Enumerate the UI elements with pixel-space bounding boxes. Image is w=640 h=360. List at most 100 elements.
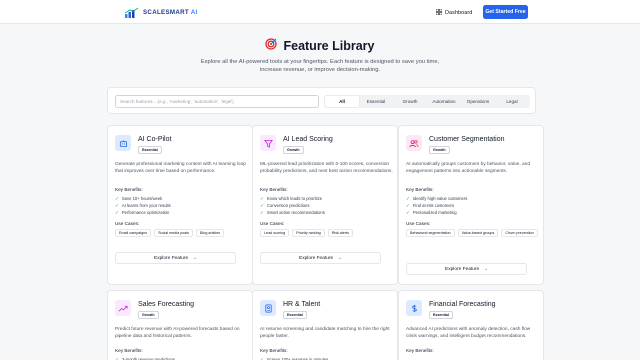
use-case-tags: Behavioral segmentation Value-based group…	[406, 229, 540, 237]
feature-card-description: Advanced AI predictions with anomaly det…	[406, 327, 531, 339]
page-subtitle: Explore all the AI-powered tools at your…	[200, 59, 440, 73]
check-icon: ✓	[115, 210, 119, 215]
feature-card-description: AI resume screening and candidate matchi…	[260, 327, 390, 339]
check-icon: ✓	[406, 196, 410, 201]
use-case-tag: Behavioral segmentation	[406, 229, 455, 237]
search-input[interactable]: Search features... (e.g., 'marketing', '…	[115, 95, 319, 108]
bot-icon	[115, 135, 131, 151]
feature-tier-badge: Growth	[283, 146, 304, 154]
use-case-tag: Risk alerts	[327, 229, 353, 237]
logo-text: SCALESMART AI	[143, 8, 198, 16]
feature-card: Customer Segmentation Growth AI automatica…	[398, 125, 544, 285]
target-icon	[265, 37, 278, 55]
benefit-item: ✓ Screen 100+ resumes in minutes	[260, 356, 328, 360]
users-icon	[406, 135, 422, 151]
feature-card-title: Customer Segmentation	[429, 136, 505, 143]
arrow-right-icon: →	[192, 255, 197, 261]
use-case-tag: Priority ranking	[292, 229, 325, 237]
check-icon: ✓	[115, 357, 119, 360]
check-icon: ✓	[260, 196, 264, 201]
check-icon: ✓	[260, 357, 264, 360]
feature-card-description: Predict future revenue with AI-powered f…	[115, 327, 240, 339]
filter-tab-all[interactable]: All	[325, 96, 359, 107]
feature-card-title: Financial Forecasting	[429, 301, 496, 308]
filter-tab-essential[interactable]: Essential	[359, 96, 393, 107]
feature-card-title: AI Co-Pilot	[138, 136, 172, 143]
category-filter-tabs: All Essential Growth Automation Operations Le…	[324, 95, 530, 108]
filter-tab-legal[interactable]: Legal	[495, 96, 529, 107]
search-filter-panel: Search features... (e.g., 'marketing', '…	[107, 87, 536, 114]
dashboard-button[interactable]: Dashboard	[432, 6, 476, 19]
key-benefits-heading: Key Benefits:	[406, 187, 434, 192]
benefit-item: ✓ Find at-risk customers	[406, 203, 455, 208]
dashboard-label: Dashboard	[445, 9, 473, 16]
key-benefits-list: ✓ Identify high-value customers ✓ Find at-r…	[406, 195, 467, 216]
feature-card-title: AI Lead Scoring	[283, 136, 333, 143]
feature-tier-badge: Essential	[429, 311, 453, 319]
key-benefits-heading: Key Benefits:	[115, 348, 143, 353]
benefit-item: ✓ Personalized marketing	[406, 210, 457, 215]
feature-tier-badge: Essential	[283, 311, 307, 319]
key-benefits-heading: Key Benefits:	[406, 348, 434, 353]
feature-card-description: AI automatically groups customers by beh…	[406, 162, 530, 174]
dollar-icon	[406, 300, 422, 316]
funnel-icon	[260, 135, 276, 151]
logo[interactable]: SCALESMART AI	[124, 5, 198, 19]
use-cases-heading: Use Cases:	[406, 221, 431, 226]
use-cases-heading: Use Cases:	[115, 221, 140, 226]
feature-card-description: Generate professional marketing content …	[115, 162, 246, 174]
filter-tab-operations[interactable]: Operations	[461, 96, 495, 107]
benefit-item: ✓ Save 10+ hours/week	[115, 196, 163, 201]
trend-up-icon	[115, 300, 131, 316]
feature-card-title: HR & Talent	[283, 301, 321, 308]
feature-card: Sales Forecasting Growth Predict future re…	[107, 290, 253, 360]
key-benefits-list: ✓ 3-month revenue predictions	[115, 356, 175, 360]
feature-card: HR & Talent Essential AI resume screening …	[252, 290, 398, 360]
check-icon: ✓	[260, 210, 264, 215]
arrow-right-icon: →	[337, 255, 342, 261]
feature-tier-badge: Growth	[138, 311, 159, 319]
feature-card: Financial Forecasting Essential Advanced A…	[398, 290, 544, 360]
benefit-item: ✓ Smart action recommendations	[260, 210, 325, 215]
explore-feature-button[interactable]: Explore Feature →	[260, 252, 381, 264]
key-benefits-list: ✓ Know which leads to prioritize ✓ Conversi…	[260, 195, 325, 216]
use-case-tags: Email campaigns Social media posts Blog ar…	[115, 229, 249, 237]
benefit-item: ✓ 3-month revenue predictions	[115, 356, 175, 360]
use-case-tag: Lead scoring	[260, 229, 290, 237]
explore-feature-button[interactable]: Explore Feature →	[115, 252, 236, 264]
benefit-item: ✓ Identify high-value customers	[406, 196, 468, 201]
check-icon: ✓	[115, 203, 119, 208]
feature-card-description: ML-powered lead prioritization with 0-10…	[260, 162, 393, 174]
feature-card: AI Lead Scoring Growth ML-powered lead pri…	[252, 125, 398, 285]
benefit-item: ✓ Know which leads to prioritize	[260, 196, 323, 201]
benefit-item: ✓ Performance optimization	[115, 210, 170, 215]
feature-card-title: Sales Forecasting	[138, 301, 195, 308]
use-case-tag: Social media posts	[154, 229, 194, 237]
use-case-tag: Churn prevention	[501, 229, 538, 237]
benefit-item: ✓ Conversion predictions	[260, 203, 310, 208]
benefit-item: ✓ AI learns from your results	[115, 203, 171, 208]
page-title-row: Feature Library	[0, 37, 640, 55]
check-icon: ✓	[406, 203, 410, 208]
filter-tab-automation[interactable]: Automation	[427, 96, 461, 107]
use-case-tags: Lead scoring Priority ranking Risk alerts	[260, 229, 394, 237]
id-badge-icon	[260, 300, 276, 316]
key-benefits-heading: Key Benefits:	[260, 187, 288, 192]
get-started-button[interactable]: Get Started Free	[483, 5, 528, 19]
key-benefits-heading: Key Benefits:	[260, 348, 288, 353]
explore-feature-button[interactable]: Explore Feature →	[406, 263, 527, 275]
use-case-tag: Value-based groups	[457, 229, 499, 237]
feature-tier-badge: Growth	[429, 146, 450, 154]
key-benefits-list: ✓ Screen 100+ resumes in minutes	[260, 356, 328, 360]
use-case-tag: Email campaigns	[115, 229, 152, 237]
arrow-right-icon: →	[483, 266, 488, 272]
key-benefits-heading: Key Benefits:	[115, 187, 143, 192]
check-icon: ✓	[406, 210, 410, 215]
logo-mark-icon	[124, 6, 140, 18]
feature-card: AI Co-Pilot Essential Generate professiona…	[107, 125, 253, 285]
top-navbar: SCALESMART AI Dashboard Get Started Free	[0, 0, 640, 24]
grid-icon	[435, 8, 443, 17]
use-cases-heading: Use Cases:	[260, 221, 285, 226]
filter-tab-growth[interactable]: Growth	[393, 96, 427, 107]
feature-tier-badge: Essential	[138, 146, 162, 154]
